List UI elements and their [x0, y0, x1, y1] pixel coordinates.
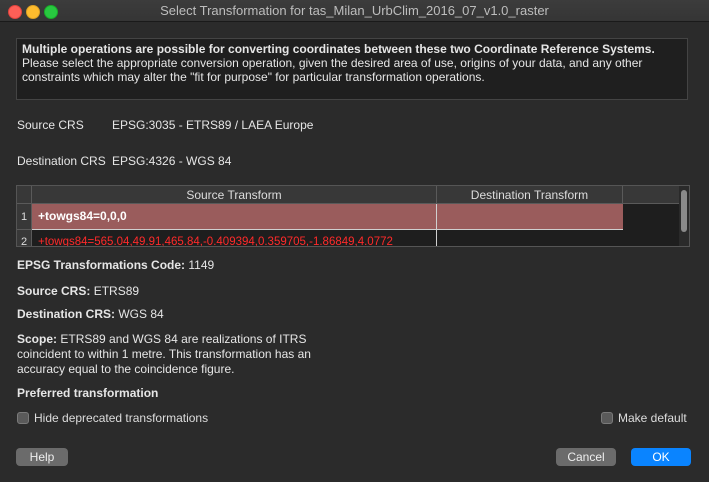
source-crs-row: Source CRS EPSG:3035 - ETRS89 / LAEA Euro…: [17, 118, 313, 132]
details-destination: Destination CRS: WGS 84: [17, 307, 164, 322]
details-destination-value: WGS 84: [118, 307, 164, 321]
make-default-checkbox[interactable]: Make default: [601, 411, 687, 425]
details-code-label: EPSG Transformations Code:: [17, 258, 186, 272]
details-scope: Scope: ETRS89 and WGS 84 are realization…: [17, 332, 337, 377]
row-number[interactable]: 1: [17, 204, 32, 230]
scrollbar-thumb[interactable]: [681, 190, 687, 232]
checkbox-box[interactable]: [17, 412, 29, 424]
details-source-value: ETRS89: [93, 284, 140, 298]
source-crs-label: Source CRS: [17, 118, 84, 132]
transformation-details: EPSG Transformations Code: 1149 Source C…: [17, 258, 337, 398]
table-row-destination-cell[interactable]: [437, 204, 623, 230]
hide-deprecated-checkbox[interactable]: Hide deprecated transformations: [17, 411, 208, 425]
close-window-button[interactable]: [8, 5, 22, 19]
hide-deprecated-label[interactable]: Hide deprecated transformations: [34, 411, 208, 425]
window-title: Select Transformation for tas_Milan_UrbC…: [160, 3, 549, 18]
checkbox-box[interactable]: [601, 412, 613, 424]
table-vertical-scrollbar[interactable]: [679, 186, 689, 246]
details-code-value: 1149: [188, 258, 215, 272]
info-body: Please select the appropriate conversion…: [22, 56, 643, 84]
column-header-source-transform[interactable]: Source Transform: [32, 186, 437, 204]
details-preferred: Preferred transformation: [17, 386, 159, 398]
details-scope-label: Scope:: [17, 332, 58, 346]
destination-crs-value: EPSG:4326 - WGS 84: [112, 154, 232, 168]
row-number[interactable]: 2: [17, 230, 32, 246]
info-panel: Multiple operations are possible for con…: [16, 38, 688, 100]
details-source: Source CRS: ETRS89: [17, 284, 139, 299]
destination-crs-row: Destination CRS EPSG:4326 - WGS 84: [17, 154, 231, 168]
help-button[interactable]: Help: [16, 448, 68, 466]
transformations-table[interactable]: Source Transform Destination Transform 1…: [16, 185, 690, 247]
column-header-filler: [623, 186, 679, 204]
info-heading: Multiple operations are possible for con…: [22, 42, 655, 56]
cancel-button[interactable]: Cancel: [556, 448, 616, 466]
minimize-window-button[interactable]: [26, 5, 40, 19]
column-header-destination-transform[interactable]: Destination Transform: [437, 186, 623, 204]
table-row-source-cell[interactable]: +towgs84=565.04,49.91,465.84,-0.409394,0…: [32, 230, 437, 246]
details-destination-label: Destination CRS:: [17, 307, 116, 321]
details-code: EPSG Transformations Code: 1149: [17, 258, 214, 273]
source-crs-value: EPSG:3035 - ETRS89 / LAEA Europe: [112, 118, 314, 132]
maximize-window-button[interactable]: [44, 5, 58, 19]
make-default-label[interactable]: Make default: [618, 411, 687, 425]
title-bar: Select Transformation for tas_Milan_UrbC…: [0, 0, 709, 22]
ok-button[interactable]: OK: [631, 448, 691, 466]
table-corner: [17, 186, 32, 204]
table-row-source-cell[interactable]: +towgs84=0,0,0: [32, 204, 437, 230]
details-source-label: Source CRS:: [17, 284, 91, 298]
details-scope-value: ETRS89 and WGS 84 are realizations of IT…: [17, 332, 311, 376]
destination-crs-label: Destination CRS: [17, 154, 106, 168]
